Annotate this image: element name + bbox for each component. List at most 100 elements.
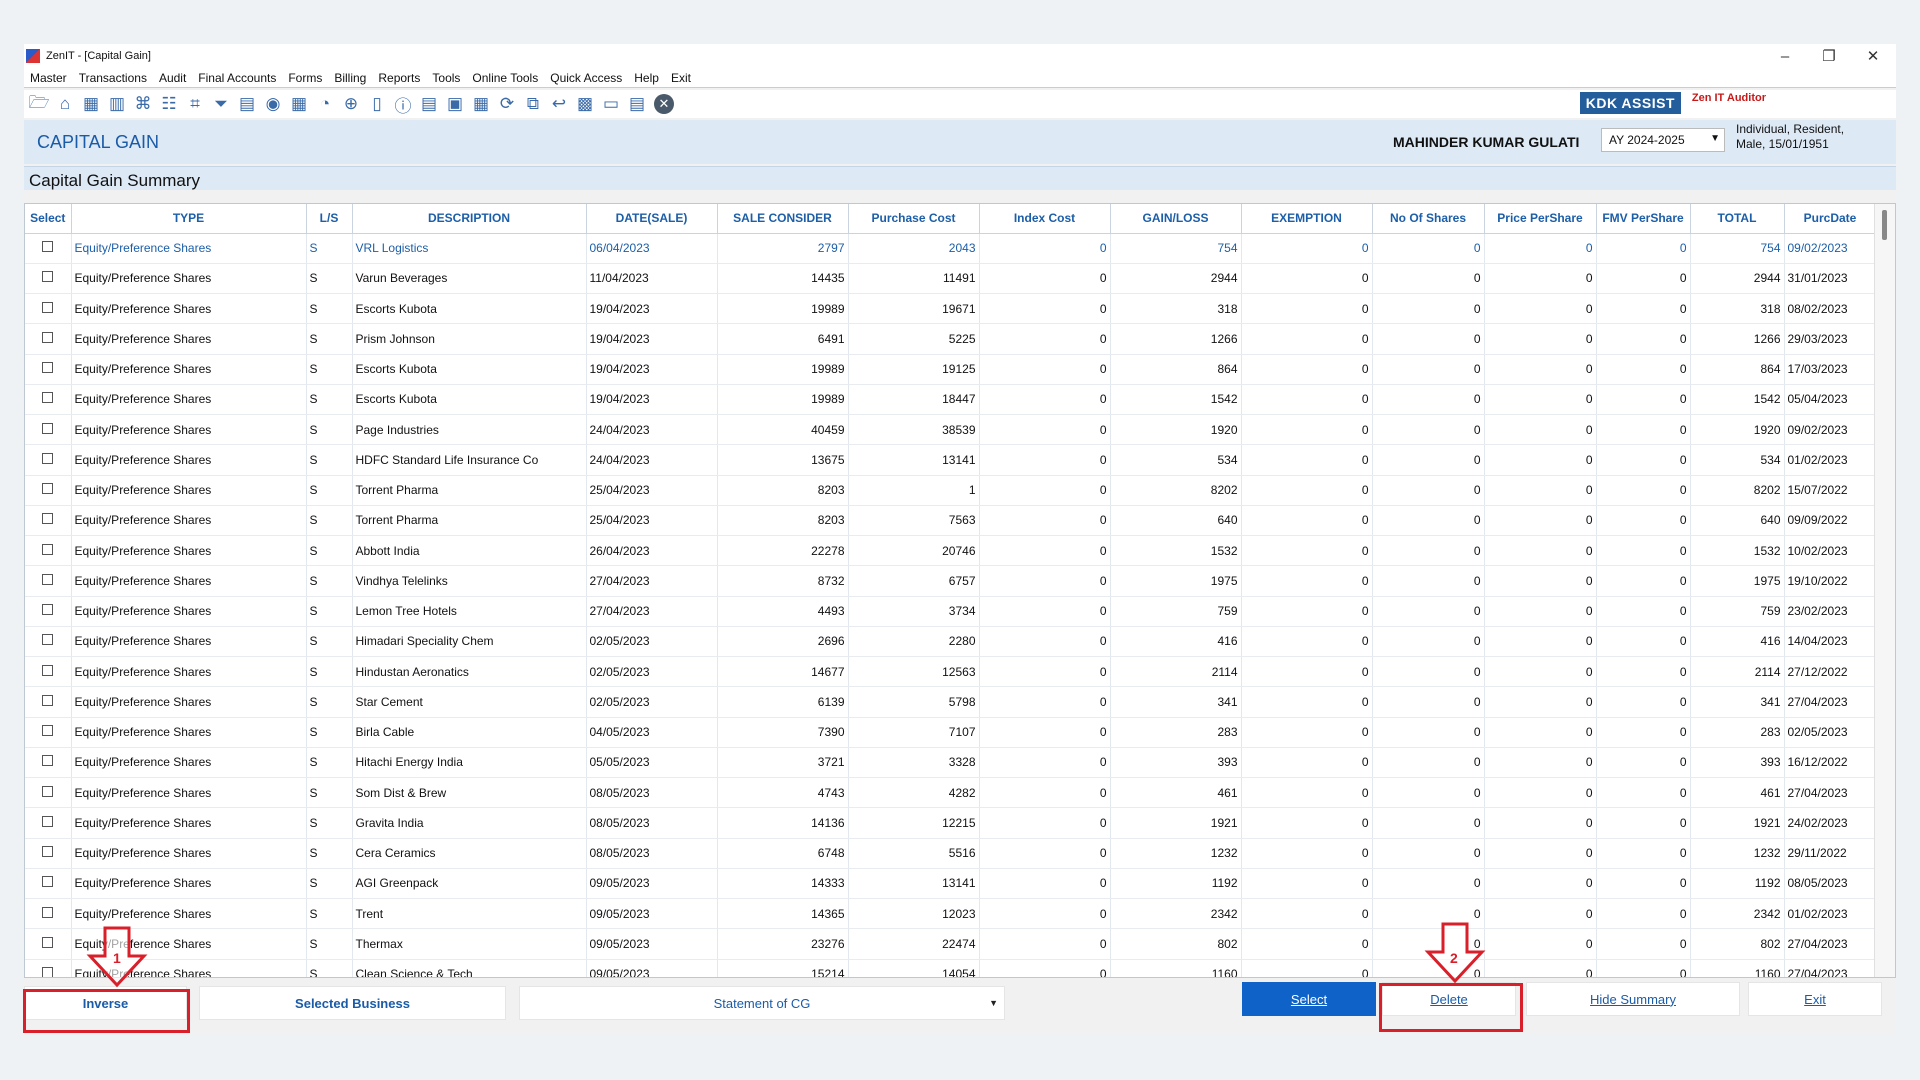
table-row[interactable]: Equity/Preference Shares S Escorts Kubota 1… — [25, 293, 1877, 325]
scrollbar-thumb[interactable] — [1882, 210, 1887, 240]
column-header[interactable]: DATE(SALE) — [586, 204, 718, 234]
close-circle-icon[interactable]: ✕ — [654, 94, 674, 114]
row-checkbox[interactable] — [42, 422, 54, 434]
row-checkbox[interactable] — [42, 694, 54, 706]
table-row[interactable]: Equity/Preference Shares S Abbott India 26/… — [25, 535, 1877, 567]
table-row[interactable]: Equity/Preference Shares S Page Industries… — [25, 414, 1877, 446]
row-checkbox[interactable] — [42, 392, 54, 404]
users-icon[interactable]: ☷ — [156, 91, 182, 117]
table-row[interactable]: Equity/Preference Shares S Cera Ceramics 08… — [25, 838, 1877, 869]
row-checkbox[interactable] — [42, 604, 54, 616]
arrow-circle-icon[interactable]: ◉ — [260, 91, 286, 117]
column-header[interactable]: Index Cost — [979, 204, 1111, 234]
vertical-scrollbar[interactable] — [1874, 204, 1895, 977]
table-row[interactable]: Equity/Preference Shares S Star Cement 02/0… — [25, 686, 1877, 718]
table-row[interactable]: Equity/Preference Shares S Prism Johnson 19… — [25, 323, 1877, 355]
column-header[interactable]: SALE CONSIDER — [717, 204, 849, 234]
refresh-icon[interactable]: ⟳ — [494, 91, 520, 117]
menu-master[interactable]: Master — [24, 71, 73, 85]
table-row[interactable]: Equity/Preference Shares S Escorts Kubota 1… — [25, 354, 1877, 385]
menu-transactions[interactable]: Transactions — [73, 71, 153, 85]
row-checkbox[interactable] — [42, 876, 54, 888]
pay-icon[interactable]: ⊕ — [338, 91, 364, 117]
menu-exit[interactable]: Exit — [665, 71, 697, 85]
column-header[interactable]: TOTAL — [1690, 204, 1785, 234]
table-row[interactable]: Equity/Preference Shares S Hindustan Aeron… — [25, 656, 1877, 688]
table-row[interactable]: Equity/Preference Shares S AGI Greenpack 09… — [25, 868, 1877, 900]
row-checkbox[interactable] — [42, 906, 54, 918]
menu-reports[interactable]: Reports — [372, 71, 426, 85]
table-row[interactable]: Equity/Preference Shares S Trent 09/05/2023… — [25, 898, 1877, 930]
row-checkbox[interactable] — [42, 815, 54, 827]
tax-icon[interactable]: ▤ — [234, 91, 260, 117]
row-checkbox[interactable] — [42, 664, 54, 676]
menu-online-tools[interactable]: Online Tools — [466, 71, 544, 85]
row-checkbox[interactable] — [42, 936, 54, 948]
info-icon[interactable]: ⓘ — [390, 91, 416, 117]
row-checkbox[interactable] — [42, 513, 54, 525]
table-row[interactable]: Equity/Preference Shares S Hitachi Energy … — [25, 747, 1877, 779]
row-checkbox[interactable] — [42, 362, 54, 374]
report-icon[interactable]: ▤ — [624, 91, 650, 117]
exit-button[interactable]: Exit — [1748, 982, 1882, 1016]
table-row[interactable]: Equity/Preference Shares S Torrent Pharma 2… — [25, 505, 1877, 537]
pie-chart-icon[interactable]: ◔ — [312, 91, 338, 117]
assessment-year-select[interactable]: AY 2024-2025 ▼ — [1601, 128, 1725, 152]
stack-icon[interactable]: ▩ — [572, 91, 598, 117]
folder-icon[interactable]: 🗁 — [26, 91, 52, 117]
column-header[interactable]: FMV PerShare — [1596, 204, 1691, 234]
menu-audit[interactable]: Audit — [153, 71, 192, 85]
column-header[interactable]: TYPE — [71, 204, 307, 234]
row-checkbox[interactable] — [42, 634, 54, 646]
copy-icon[interactable]: ⧉ — [520, 91, 546, 117]
row-checkbox[interactable] — [42, 967, 54, 977]
table-row[interactable]: Equity/Preference Shares S Clean Science &… — [25, 959, 1877, 977]
menu-quick-access[interactable]: Quick Access — [544, 71, 628, 85]
form-icon[interactable]: ▤ — [416, 91, 442, 117]
row-checkbox[interactable] — [42, 755, 54, 767]
building-icon[interactable]: ▦ — [78, 91, 104, 117]
bar-chart-icon[interactable]: ▥ — [104, 91, 130, 117]
row-checkbox[interactable] — [42, 543, 54, 555]
row-checkbox[interactable] — [42, 331, 54, 343]
restore-icon[interactable]: ❐ — [1818, 47, 1840, 65]
column-header[interactable]: PurcDate — [1784, 204, 1877, 234]
table-row[interactable]: Equity/Preference Shares S Gravita India 08… — [25, 807, 1877, 839]
menu-forms[interactable]: Forms — [282, 71, 328, 85]
tax-filter-icon[interactable]: ⏷ — [208, 91, 234, 117]
row-checkbox[interactable] — [42, 785, 54, 797]
row-checkbox[interactable] — [42, 301, 54, 313]
column-header[interactable]: No Of Shares — [1372, 204, 1485, 234]
home-icon[interactable]: ⌂ — [52, 91, 78, 117]
form-edit-icon[interactable]: ▣ — [442, 91, 468, 117]
column-header[interactable]: EXEMPTION — [1241, 204, 1373, 234]
table-row[interactable]: Equity/Preference Shares S Escorts Kubota 1… — [25, 384, 1877, 416]
table-row[interactable]: Equity/Preference Shares S HDFC Standard L… — [25, 444, 1877, 476]
row-checkbox[interactable] — [42, 725, 54, 737]
column-header[interactable]: Select — [25, 204, 72, 234]
book-icon[interactable]: ▯ — [364, 91, 390, 117]
hide-summary-button[interactable]: Hide Summary — [1526, 982, 1740, 1016]
row-checkbox[interactable] — [42, 483, 54, 495]
table-row[interactable]: Equity/Preference Shares S Vindhya Telelin… — [25, 565, 1877, 597]
menu-final-accounts[interactable]: Final Accounts — [192, 71, 282, 85]
table-row[interactable]: Equity/Preference Shares S Himadari Specia… — [25, 626, 1877, 658]
return-icon[interactable]: ↩ — [546, 91, 572, 117]
column-header[interactable]: L/S — [306, 204, 353, 234]
table-row[interactable]: Equity/Preference Shares S Varun Beverages… — [25, 263, 1877, 295]
gift-icon[interactable]: ⌘ — [130, 91, 156, 117]
table-row[interactable]: Equity/Preference Shares S Som Dist & Brew… — [25, 777, 1877, 809]
row-checkbox[interactable] — [42, 452, 54, 464]
table-row[interactable]: Equity/Preference Shares S Thermax 09/05/20… — [25, 928, 1877, 960]
form-3cd-icon[interactable]: ▭ — [598, 91, 624, 117]
row-checkbox[interactable] — [42, 271, 54, 283]
minimize-icon[interactable]: – — [1774, 48, 1796, 65]
menu-help[interactable]: Help — [628, 71, 665, 85]
menu-tools[interactable]: Tools — [426, 71, 466, 85]
menu-billing[interactable]: Billing — [328, 71, 372, 85]
selected-business-button[interactable]: Selected Business — [199, 986, 506, 1020]
table-row[interactable]: Equity/Preference Shares S Torrent Pharma 2… — [25, 475, 1877, 506]
calculator-icon[interactable]: ▦ — [286, 91, 312, 117]
table-row[interactable]: Equity/Preference Shares S VRL Logistics 06… — [25, 233, 1877, 264]
column-header[interactable]: DESCRIPTION — [352, 204, 587, 234]
